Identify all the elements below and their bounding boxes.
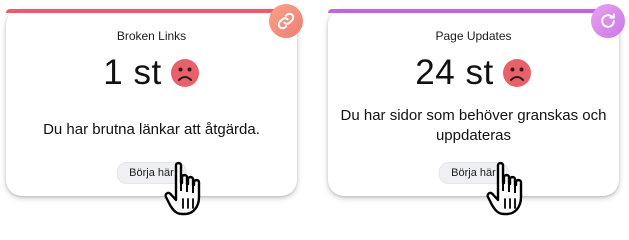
card-accent-bar <box>328 9 619 13</box>
card-title: Page Updates <box>435 29 512 43</box>
card-message: Du har sidor som behöver granskas och up… <box>340 107 607 144</box>
metric-row: 24 st <box>328 53 619 93</box>
page-updates-card: Page Updates 24 st Du har sidor som behö… <box>328 4 625 196</box>
sad-face-icon <box>170 59 199 87</box>
card-title: Broken Links <box>116 29 187 43</box>
metric-value: 1 st <box>103 53 162 92</box>
card-accent-bar <box>6 9 297 13</box>
hand-pointer-icon <box>164 161 201 216</box>
metric-row: 1 st <box>6 53 297 93</box>
hand-pointer-icon <box>486 161 523 216</box>
broken-links-card: Broken Links 1 st Du har brutna länkar a… <box>6 4 303 196</box>
card-message: Du har brutna länkar att åtgärda. <box>43 121 260 138</box>
sad-face-icon <box>502 59 531 87</box>
metric-value: 24 st <box>415 53 494 92</box>
dashboard: Broken Links 1 st Du har brutna länkar a… <box>0 0 629 221</box>
